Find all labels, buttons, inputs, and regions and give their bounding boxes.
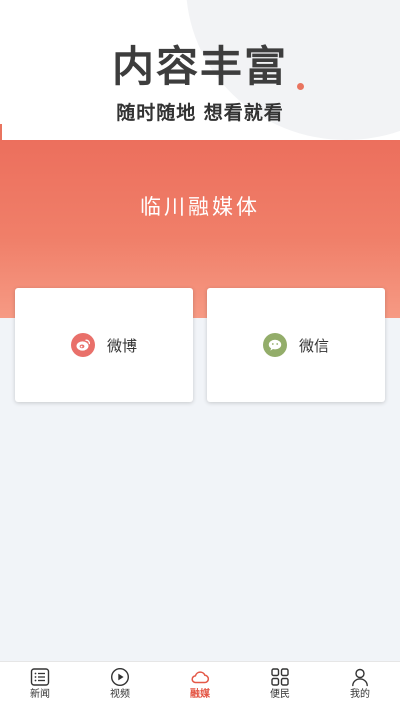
promo-header: 内容丰富 随时随地 想看就看 [0,0,400,140]
tab-profile[interactable]: 我的 [320,662,400,701]
tab-video-label: 视频 [110,689,130,700]
bottom-tab-bar: 新闻 视频 融媒 便民 我的 [0,661,400,701]
tab-profile-label: 我的 [350,689,370,700]
promo-headline: 内容丰富 [111,42,288,91]
tab-news[interactable]: 新闻 [0,662,80,701]
wechat-icon [262,333,287,357]
banner-title: 临川融媒体 [140,195,260,219]
promo-accent-mark [0,124,2,140]
tab-media[interactable]: 融媒 [160,662,240,701]
wechat-card[interactable]: 微信 [207,288,385,402]
tab-news-label: 新闻 [30,689,50,700]
tab-media-label: 融媒 [190,689,210,700]
weibo-icon [70,333,95,357]
tab-services[interactable]: 便民 [240,662,320,701]
tab-services-label: 便民 [270,689,290,700]
list-icon [30,668,50,686]
grid-icon [271,668,289,686]
cloud-icon [191,671,210,684]
play-icon [110,667,130,687]
tab-video[interactable]: 视频 [80,662,160,701]
promo-subheadline: 随时随地 想看就看 [116,102,284,124]
wechat-card-label: 微信 [298,336,329,355]
weibo-card[interactable]: 微博 [15,288,193,402]
promo-accent-dot [297,83,304,90]
weibo-card-label: 微博 [106,336,137,355]
user-icon [352,668,368,687]
